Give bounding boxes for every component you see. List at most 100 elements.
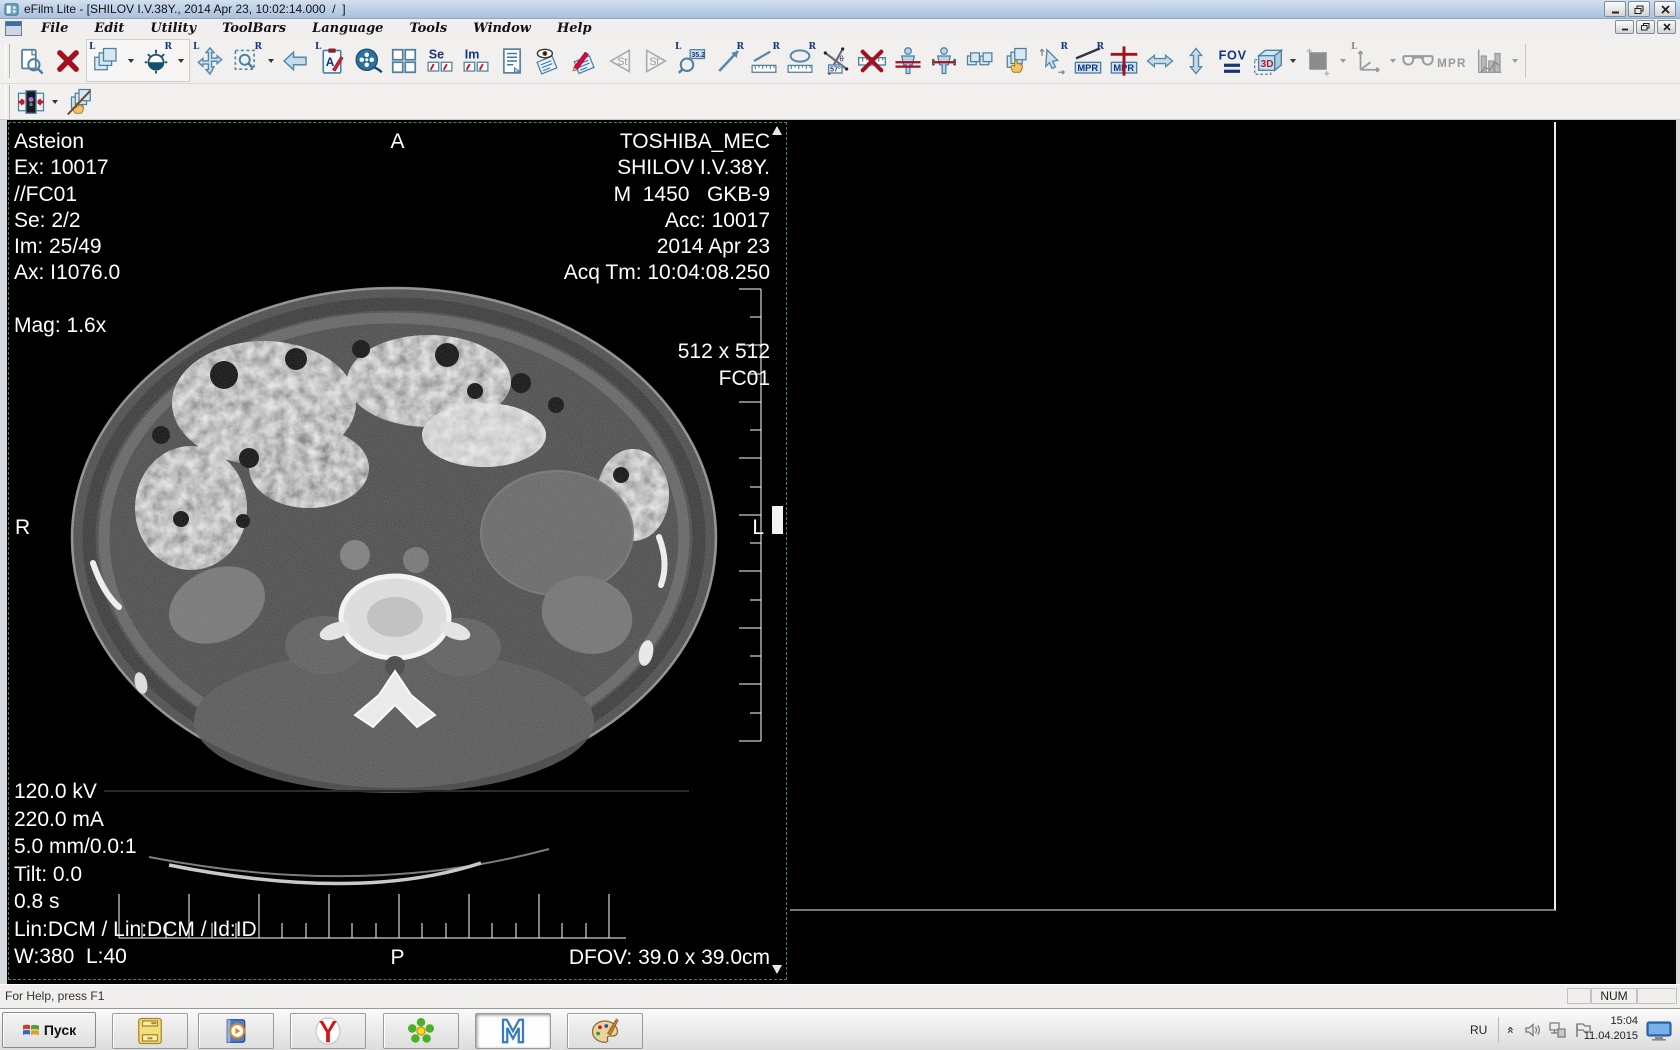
previous-study-button[interactable]: St (602, 43, 637, 78)
calibrate-measure-button[interactable] (926, 43, 961, 78)
chevron-down-icon (1390, 59, 1396, 63)
mpr-cross-button[interactable]: MPR (1106, 43, 1141, 78)
measure-angle-button[interactable]: θ 57° (818, 43, 853, 78)
network-icon[interactable] (1548, 1021, 1567, 1039)
windows-logo-icon (22, 1021, 40, 1039)
volume-icon[interactable] (1524, 1021, 1542, 1039)
toolbar-gripper[interactable] (5, 85, 10, 119)
fov-button[interactable]: FOV (1214, 43, 1249, 78)
menu-toolbars[interactable]: ToolBars (209, 19, 299, 38)
flip-horizontal-button[interactable] (1142, 43, 1177, 78)
scrollbar-thumb[interactable] (772, 506, 783, 534)
start-button[interactable]: Пуск (2, 1012, 96, 1048)
scroll-up-arrow-icon[interactable] (772, 126, 782, 135)
cursor-3d-button[interactable]: R (1034, 43, 1069, 78)
view-3d-button[interactable]: 3D (1250, 43, 1285, 78)
close-study-button[interactable] (50, 43, 85, 78)
zoom-dropdown[interactable] (264, 43, 277, 78)
pan-button[interactable]: L (192, 43, 227, 78)
edit-report-button[interactable] (566, 43, 601, 78)
stack-pages-button[interactable] (962, 43, 997, 78)
menu-help[interactable]: Help (544, 19, 605, 38)
layout-grid-button[interactable] (386, 43, 421, 78)
show-desktop-icon[interactable] (1646, 1021, 1672, 1041)
clip-box-button[interactable] (1300, 43, 1335, 78)
right-mouse-badge: R (773, 42, 780, 52)
previous-image-button[interactable] (278, 43, 313, 78)
minimize-button[interactable] (1604, 1, 1626, 17)
fit-to-window-button[interactable] (14, 86, 47, 117)
taskbar-paint-button[interactable] (567, 1013, 643, 1049)
image-number: Im: 25/49 (14, 234, 120, 260)
patient-name: SHILOV I.V.38Y. (564, 155, 770, 181)
annotation-button[interactable]: L A (314, 43, 349, 78)
ct-image-viewport[interactable]: Asteion Ex: 10017 //FC01 Se: 2/2 Im: 25/… (8, 122, 787, 980)
axes-3d-button[interactable]: L (1350, 43, 1385, 78)
toolbar-gripper[interactable] (5, 44, 10, 78)
scroll-down-arrow-icon[interactable] (772, 965, 782, 974)
calibrate-button[interactable] (890, 43, 925, 78)
yandex-browser-icon (313, 1016, 343, 1046)
close-button[interactable] (1654, 1, 1676, 17)
next-study-button[interactable]: St (638, 43, 673, 78)
taskbar-icq-button[interactable] (383, 1013, 459, 1049)
menu-utility[interactable]: Utility (137, 19, 209, 38)
mpr-line-button[interactable]: R MPR (1070, 43, 1105, 78)
image-window-level-button[interactable]: Im (458, 43, 493, 78)
body-measure-icon (929, 46, 959, 76)
histogram-button[interactable] (1472, 43, 1507, 78)
tray-expand-icon[interactable]: » (1503, 1026, 1517, 1034)
menu-tools[interactable]: Tools (396, 19, 460, 38)
tray-clock[interactable]: 15:04 11.04.2015 (1584, 1014, 1638, 1044)
image-stack-scrollbar[interactable] (770, 123, 785, 979)
menu-window[interactable]: Window (460, 19, 544, 38)
view-report-button[interactable] (530, 43, 565, 78)
cine-button[interactable] (350, 43, 385, 78)
restore-button[interactable] (1628, 1, 1650, 17)
body-line-icon (893, 46, 923, 76)
open-study-button[interactable] (14, 43, 49, 78)
view-3d-dropdown[interactable] (1286, 43, 1299, 78)
grid-layout-icon (389, 46, 419, 76)
mdi-minimize-button[interactable] (1615, 20, 1634, 34)
measure-line-button[interactable]: R (746, 43, 781, 78)
language-indicator[interactable]: RU (1470, 1023, 1487, 1037)
mouse-tool-group: L R (86, 39, 190, 82)
probe-button[interactable]: L 35.2 (674, 43, 709, 78)
mdi-window-controls (1613, 20, 1676, 34)
measure-ellipse-button[interactable]: R (782, 43, 817, 78)
series-number: Se: 2/2 (14, 208, 120, 234)
stereo-button[interactable] (1400, 43, 1435, 78)
axes-3d-dropdown[interactable] (1386, 43, 1399, 78)
flip-vertical-button[interactable] (1178, 43, 1213, 78)
empty-image-pane[interactable] (790, 122, 1556, 911)
histogram-dropdown[interactable] (1508, 43, 1521, 78)
delete-measurements-button[interactable] (854, 43, 889, 78)
svg-text:35.2: 35.2 (691, 51, 705, 58)
series-stack-button[interactable]: L (88, 43, 123, 78)
mpr-view-button[interactable]: MPR (1436, 43, 1471, 78)
zoom-button[interactable]: R (228, 43, 263, 78)
window-level-button[interactable]: R (138, 43, 173, 78)
menu-edit[interactable]: Edit (81, 19, 137, 38)
taskbar-efilm-button[interactable] (475, 1013, 551, 1049)
taskbar-media-player-button[interactable] (198, 1013, 274, 1049)
taskbar-file-manager-button[interactable] (112, 1013, 188, 1049)
menu-file[interactable]: File (28, 19, 81, 38)
report-button[interactable] (494, 43, 529, 78)
series-stack-dropdown[interactable] (124, 43, 137, 78)
stack-drag-button[interactable] (62, 86, 95, 117)
taskbar-yandex-button[interactable] (290, 1013, 366, 1049)
mdi-document-icon[interactable] (5, 21, 22, 36)
arrow-annotation-button[interactable]: R (710, 43, 745, 78)
menu-language[interactable]: Language (299, 19, 396, 38)
mdi-close-button[interactable] (1657, 20, 1676, 34)
clip-box-dropdown[interactable] (1336, 43, 1349, 78)
stack-scroll-button[interactable] (998, 43, 1033, 78)
window-level-dropdown[interactable] (174, 43, 187, 78)
film-reel-icon (353, 46, 383, 76)
fit-to-window-dropdown[interactable] (48, 84, 61, 119)
overlay-top-right: TOSHIBA_MEC SHILOV I.V.38Y. M 1450 GKB-9… (564, 129, 770, 287)
series-window-level-button[interactable]: Se (422, 43, 457, 78)
mdi-restore-button[interactable] (1636, 20, 1655, 34)
